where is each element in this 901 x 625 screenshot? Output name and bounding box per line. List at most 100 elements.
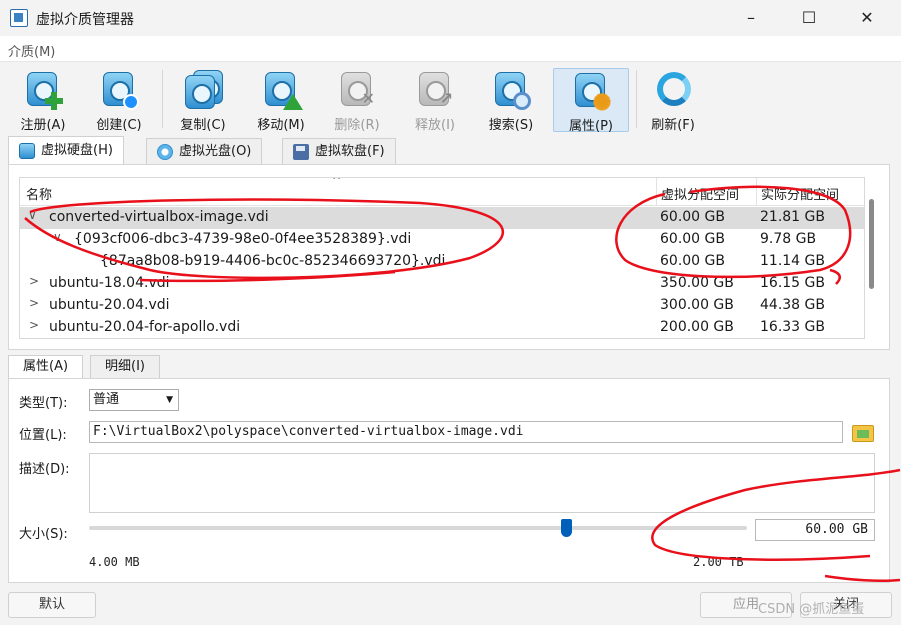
column-header: ^ 名称 虚拟分配空间 实际分配空间 (20, 177, 864, 206)
type-label: 类型(T): (19, 396, 68, 411)
release-icon: ↗ (415, 70, 455, 110)
column-divider (656, 178, 657, 206)
row-virtual-size: 300.00 GB (660, 297, 734, 313)
column-virtual-size[interactable]: 虚拟分配空间 (661, 184, 739, 203)
delete-button[interactable]: ✕ 删除(R) (326, 68, 388, 133)
size-slider-thumb[interactable] (561, 519, 573, 537)
sort-indicator-icon: ^ (332, 177, 342, 187)
tab-hard-disks[interactable]: 虚拟硬盘(H) (8, 136, 124, 164)
menu-media[interactable]: 介质(M) (8, 41, 55, 60)
move-icon (261, 70, 303, 110)
minimize-button[interactable]: – (728, 5, 774, 31)
menu-bar: 介质(M) (0, 36, 901, 62)
hard-disk-icon (19, 142, 35, 159)
tab-floppy-disks[interactable]: 虚拟软盘(F) (282, 138, 396, 164)
row-name: {87aa8b08-b919-4406-bc0c-852346693720}.v… (100, 253, 446, 269)
create-button[interactable]: 创建(C) (88, 68, 150, 133)
row-actual-size: 11.14 GB (760, 253, 825, 269)
location-label: 位置(L): (19, 428, 67, 443)
size-slider-track[interactable] (89, 526, 747, 530)
release-label: 释放(I) (415, 118, 455, 133)
row-name: ubuntu-20.04.vdi (49, 297, 170, 313)
expand-icon[interactable]: > (29, 296, 39, 310)
row-virtual-size: 60.00 GB (660, 253, 725, 269)
tab-optical-disks[interactable]: 虚拟光盘(O) (146, 138, 263, 164)
create-label: 创建(C) (96, 118, 142, 133)
row-name: {093cf006-dbc3-4739-98e0-0f4ee3528389}.v… (74, 231, 412, 247)
row-name: converted-virtualbox-image.vdi (49, 209, 269, 225)
row-virtual-size: 200.00 GB (660, 319, 734, 335)
detail-tabs: 属性(A) 明细(I) (0, 355, 901, 379)
tab-label: 虚拟硬盘(H) (41, 142, 113, 158)
properties-label: 属性(P) (569, 119, 613, 134)
row-actual-size: 21.81 GB (760, 209, 825, 225)
toolbar-separator (636, 70, 637, 128)
search-icon (491, 70, 531, 110)
expand-icon[interactable]: > (29, 274, 39, 288)
size-min-label: 4.00 MB (89, 555, 140, 569)
size-field[interactable]: 60.00 GB (755, 519, 875, 541)
maximize-button[interactable]: ☐ (786, 5, 832, 31)
table-row[interactable]: > ubuntu-20.04-for-apollo.vdi 200.00 GB … (20, 317, 864, 338)
properties-panel: 类型(T): 普通 ▼ 位置(L): F:\VirtualBox2\polysp… (8, 378, 890, 583)
reset-button[interactable]: 默认 (8, 592, 96, 618)
table-row[interactable]: > ubuntu-18.04.vdi 350.00 GB 16.15 GB (20, 273, 864, 295)
table-row[interactable]: > ubuntu-20.04.vdi 300.00 GB 44.38 GB (20, 295, 864, 317)
collapse-icon[interactable]: ∨ (53, 230, 62, 244)
search-label: 搜索(S) (488, 118, 534, 133)
column-actual-size[interactable]: 实际分配空间 (761, 184, 839, 203)
row-virtual-size: 60.00 GB (660, 231, 725, 247)
expand-icon[interactable]: > (29, 318, 39, 332)
row-actual-size: 16.15 GB (760, 275, 825, 291)
table-row[interactable]: ∨ converted-virtualbox-image.vdi 60.00 G… (20, 207, 864, 229)
properties-button[interactable]: 属性(P) (553, 68, 629, 134)
watermark: CSDN @抓泥鱼蛋 (758, 602, 865, 617)
search-button[interactable]: 搜索(S) (480, 68, 542, 133)
tab-label: 虚拟光盘(O) (179, 143, 252, 159)
column-name[interactable]: 名称 (26, 184, 52, 203)
register-icon (23, 70, 63, 110)
chevron-down-icon: ▼ (166, 395, 173, 405)
tab-attributes[interactable]: 属性(A) (8, 355, 84, 379)
media-list-panel: ^ 名称 虚拟分配空间 实际分配空间 ∨ converted-virtualbo… (8, 164, 890, 350)
move-button[interactable]: 移动(M) (250, 68, 312, 133)
media-tabs: 虚拟硬盘(H) 虚拟光盘(O) 虚拟软盘(F) (0, 136, 901, 164)
collapse-icon[interactable]: ∨ (28, 208, 37, 222)
optical-disk-icon (157, 143, 173, 160)
column-divider (756, 178, 757, 206)
register-button[interactable]: 注册(A) (12, 68, 74, 133)
row-virtual-size: 350.00 GB (660, 275, 734, 291)
media-tree[interactable]: ^ 名称 虚拟分配空间 实际分配空间 ∨ converted-virtualbo… (19, 177, 865, 339)
toolbar: 注册(A) 创建(C) 复制(C) 移动(M) ✕ 删除(R) ↗ 释放(I) … (0, 62, 901, 134)
type-select[interactable]: 普通 ▼ (89, 389, 179, 411)
close-window-button[interactable]: ✕ (844, 5, 890, 31)
refresh-icon (653, 70, 693, 110)
table-row[interactable]: ∨ {093cf006-dbc3-4739-98e0-0f4ee3528389}… (20, 229, 864, 251)
refresh-label: 刷新(F) (651, 118, 695, 133)
scrollbar-thumb[interactable] (869, 199, 874, 289)
table-row[interactable]: {87aa8b08-b919-4406-bc0c-852346693720}.v… (20, 251, 864, 273)
register-label: 注册(A) (20, 118, 66, 133)
row-name: ubuntu-20.04-for-apollo.vdi (49, 319, 241, 335)
refresh-button[interactable]: 刷新(F) (642, 68, 704, 133)
copy-label: 复制(C) (180, 118, 226, 133)
size-label: 大小(S): (19, 527, 68, 542)
toolbar-separator (162, 70, 163, 128)
window-title: 虚拟介质管理器 (36, 12, 134, 28)
release-button[interactable]: ↗ 释放(I) (404, 68, 466, 133)
location-field[interactable]: F:\VirtualBox2\polyspace\converted-virtu… (89, 421, 843, 443)
row-actual-size: 16.33 GB (760, 319, 825, 335)
description-field[interactable] (89, 453, 875, 513)
row-name: ubuntu-18.04.vdi (49, 275, 170, 291)
copy-button[interactable]: 复制(C) (172, 68, 234, 133)
tab-information[interactable]: 明细(I) (90, 355, 160, 379)
create-icon (99, 70, 139, 110)
folder-icon[interactable] (851, 421, 874, 443)
copy-icon (183, 70, 223, 110)
size-max-label: 2.00 TB (693, 555, 744, 569)
app-icon (10, 9, 28, 27)
delete-label: 删除(R) (334, 118, 380, 133)
list-scrollbar[interactable] (867, 179, 877, 339)
move-label: 移动(M) (257, 118, 305, 133)
tab-label: 虚拟软盘(F) (315, 143, 385, 159)
